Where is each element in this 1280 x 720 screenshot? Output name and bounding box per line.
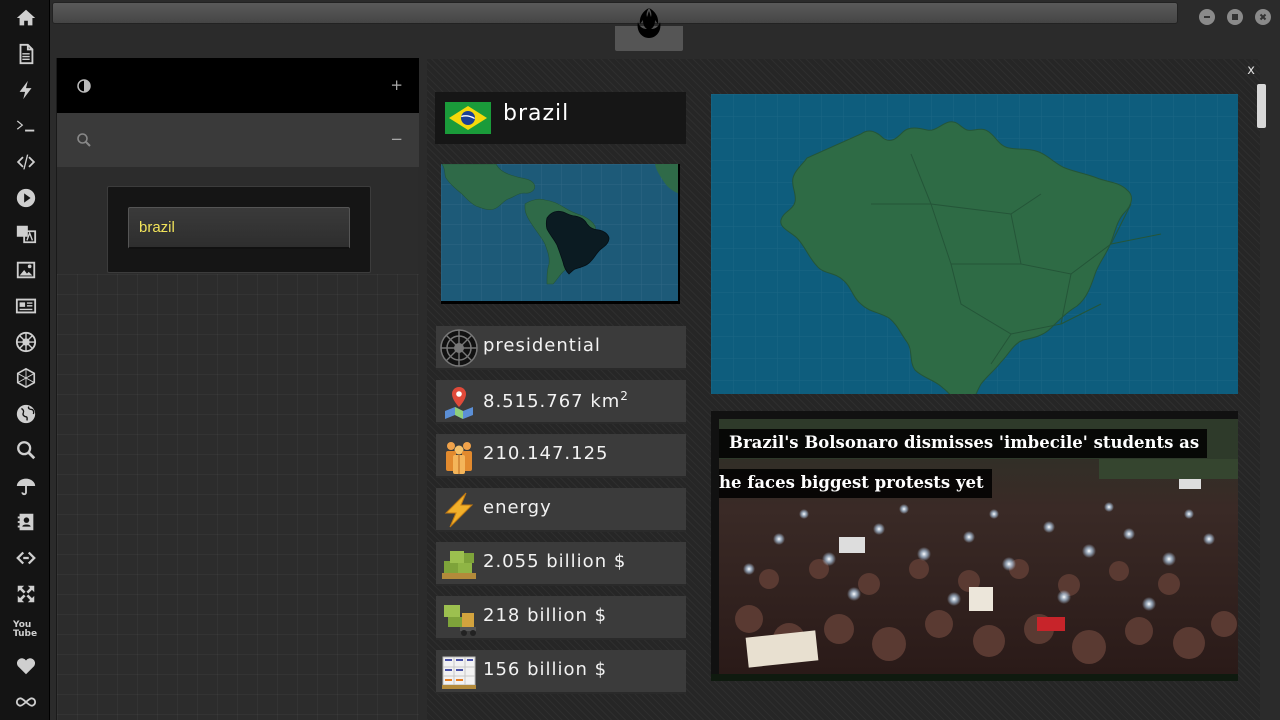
- packages-icon: [442, 656, 476, 689]
- search-icon[interactable]: [13, 437, 39, 463]
- rebel-logo-tab[interactable]: [615, 0, 683, 51]
- expand-plus-button[interactable]: +: [390, 76, 403, 94]
- contrast-icon[interactable]: [76, 78, 92, 94]
- panel-grid-background: [57, 274, 419, 720]
- lightning-icon[interactable]: [13, 77, 39, 103]
- youtube-icon[interactable]: You Tube: [13, 617, 39, 643]
- maximize-button[interactable]: [1227, 9, 1243, 25]
- umbrella-icon[interactable]: [13, 473, 39, 499]
- forklift-icon: [444, 605, 476, 636]
- country-name: brazil: [503, 101, 570, 126]
- collapse-minus-button[interactable]: −: [390, 130, 403, 148]
- newspaper-icon[interactable]: [13, 293, 39, 319]
- government-value: presidential: [483, 335, 601, 356]
- news-footer-strip: [711, 674, 1238, 681]
- area-value: 8.515.767 km2: [483, 389, 629, 412]
- empire-icon[interactable]: [13, 329, 39, 355]
- minimize-button[interactable]: [1199, 9, 1215, 25]
- globe-icon[interactable]: [13, 401, 39, 427]
- close-panel-button[interactable]: x: [1247, 63, 1255, 78]
- search-box: [107, 186, 371, 273]
- money-stack-icon: [442, 551, 476, 579]
- area-row: 8.515.767 km2: [436, 380, 686, 424]
- area-unit-superscript: 2: [620, 389, 629, 403]
- search-icon: [77, 133, 91, 147]
- news-card[interactable]: Brazil's Bolsonaro dismisses 'imbecile' …: [711, 411, 1238, 681]
- population-row: 210.147.125: [436, 434, 686, 478]
- theme-row[interactable]: +: [57, 58, 419, 113]
- energy-icon: [444, 492, 474, 528]
- imports-row: 156 billion $: [436, 650, 686, 694]
- sector-row: energy: [436, 488, 686, 532]
- translate-icon[interactable]: [13, 221, 39, 247]
- network-icon[interactable]: [13, 365, 39, 391]
- map-pin-icon: [445, 387, 473, 419]
- left-panel: + −: [56, 58, 419, 720]
- exports-value: 218 billion $: [483, 605, 608, 626]
- play-icon[interactable]: [13, 185, 39, 211]
- contacts-icon[interactable]: [13, 509, 39, 535]
- country-search-input[interactable]: [128, 207, 350, 249]
- search-row[interactable]: −: [57, 113, 419, 167]
- government-row: presidential: [436, 326, 686, 370]
- country-header: brazil: [435, 92, 686, 144]
- area-number: 8.515.767 km: [483, 391, 621, 412]
- empire-emblem-icon: [440, 329, 478, 367]
- gdp-value: 2.055 billion $: [483, 551, 627, 572]
- rebel-alliance-icon: [637, 8, 661, 38]
- population-value: 210.147.125: [483, 443, 609, 464]
- links-icon[interactable]: [13, 545, 39, 571]
- sector-value: energy: [483, 497, 552, 518]
- news-headline-line-2[interactable]: he faces biggest protests yet: [719, 469, 992, 498]
- gdp-row: 2.055 billion $: [436, 542, 686, 586]
- infinity-icon[interactable]: [13, 689, 39, 715]
- scrollbar-thumb[interactable]: [1257, 84, 1266, 128]
- app-window: You Tube + − brazil x brazil presidentia…: [0, 0, 1280, 720]
- exports-row: 218 billion $: [436, 596, 686, 640]
- news-photo[interactable]: Brazil's Bolsonaro dismisses 'imbecile' …: [719, 419, 1238, 674]
- icon-rail: You Tube: [0, 0, 50, 720]
- location-minimap[interactable]: [441, 164, 680, 304]
- close-window-button[interactable]: [1255, 9, 1271, 25]
- imports-value: 156 billion $: [483, 659, 608, 680]
- heart-icon[interactable]: [13, 653, 39, 679]
- home-icon[interactable]: [13, 5, 39, 31]
- brazil-flag-icon: [445, 102, 491, 134]
- document-icon[interactable]: [13, 41, 39, 67]
- population-icon: [446, 442, 472, 474]
- image-icon[interactable]: [13, 257, 39, 283]
- country-map[interactable]: [711, 94, 1238, 394]
- code-icon[interactable]: [13, 149, 39, 175]
- news-headline-line-1[interactable]: Brazil's Bolsonaro dismisses 'imbecile' …: [719, 429, 1208, 458]
- terminal-icon[interactable]: [13, 113, 39, 139]
- expand-icon[interactable]: [13, 581, 39, 607]
